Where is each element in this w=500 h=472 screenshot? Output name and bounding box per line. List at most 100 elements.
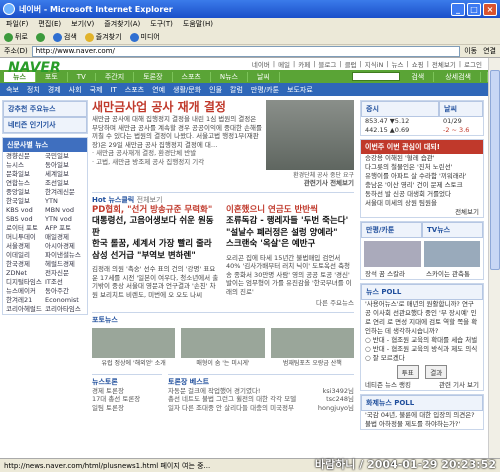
paper-link[interactable]: YTN — [45, 197, 84, 206]
paper-link[interactable]: 전자신문 — [45, 269, 84, 278]
debate-item[interactable]: 경제 토론장 — [92, 387, 162, 396]
links-label[interactable]: 연결 — [483, 46, 496, 56]
weather-header[interactable]: 날씨 — [439, 101, 483, 117]
category-item[interactable]: 경제 — [48, 85, 61, 95]
tv-label[interactable]: 스카이는 관측통 — [422, 270, 483, 279]
issue-item[interactable]: 다그릇의 철물인은 '진처 노린선' — [361, 163, 483, 172]
paper-link[interactable]: Economist — [45, 296, 84, 305]
related-all-link[interactable]: 관련기사 전체보기 — [92, 179, 354, 188]
paper-link[interactable]: 국민일보 — [45, 152, 84, 161]
tab-weekly[interactable]: 주간지 — [96, 71, 135, 82]
tab-nnews[interactable]: N뉴스 — [211, 71, 248, 82]
tv-header[interactable]: TV뉴스 — [422, 222, 483, 238]
photo-thumb[interactable] — [92, 327, 176, 358]
paper-link[interactable]: MBN vod — [45, 206, 84, 215]
issue-item[interactable]: 유행이를 아파트 살 수라함 '끼워래라' — [361, 172, 483, 181]
paper-link[interactable]: 코리아타임스 — [45, 305, 84, 314]
sub-news-right[interactable]: 오리곤 집에 타세 15년간 불법매입 검언서 40% '김사가배부터 러치 닉… — [226, 254, 354, 297]
hot-news-item[interactable]: 스크랜숙 '옥살'은 예반구 — [226, 239, 354, 251]
poll-related-link[interactable]: 관련 기사 보기 — [435, 381, 483, 390]
menu-tools[interactable]: 도구(T) — [150, 19, 173, 29]
paper-link[interactable]: 한겨레21 — [6, 296, 45, 305]
paper-link[interactable]: 헤럴드경제 — [45, 260, 84, 269]
category-item[interactable]: 정치 — [27, 85, 40, 95]
minimize-button[interactable]: _ — [451, 2, 465, 16]
paper-link[interactable]: 동아일보 — [45, 161, 84, 170]
paper-link[interactable]: 조선일보 — [45, 179, 84, 188]
category-item[interactable]: 만평/카툰 — [251, 85, 279, 95]
paper-link[interactable]: 한겨레신문 — [45, 188, 84, 197]
hot-news-item[interactable]: 조류독감 - 행레자들 '두번 죽는다' — [226, 216, 354, 228]
poll-option[interactable]: ○ 잘 모르겠다 — [361, 354, 483, 363]
paper-link[interactable]: 한국일보 — [6, 197, 45, 206]
media-button[interactable]: 미디어 — [129, 32, 160, 42]
toplink[interactable]: 블로그 — [318, 59, 336, 69]
search-button[interactable]: 검색 — [52, 32, 77, 42]
toplink[interactable]: 지식iN — [365, 59, 384, 69]
issue-item[interactable]: 충남은 '이산 영리' 건이 문제 스토크 — [361, 181, 483, 190]
headline-photo[interactable] — [266, 100, 354, 170]
paper-link[interactable]: 파이낸셜뉴스 — [45, 251, 84, 260]
paper-link[interactable]: 문화일보 — [6, 170, 45, 179]
paper-link[interactable]: 경향신문 — [6, 152, 45, 161]
photo-label[interactable]: 범재팀포츠 오랑금 산책 — [271, 358, 354, 367]
category-item[interactable]: 인물 — [209, 85, 222, 95]
hot-topic-text[interactable]: '국감 04년, 불륜에 대한 입장의 의견은? 불법 아하정물 제도를 하야하… — [361, 411, 483, 429]
paper-link[interactable]: 로이터 포토 — [6, 224, 45, 233]
paper-link[interactable]: 한국경제 — [6, 260, 45, 269]
menu-file[interactable]: 파일(F) — [6, 19, 28, 29]
toplink[interactable]: 네이버 — [252, 59, 270, 69]
paper-link[interactable]: 매일경제 — [45, 233, 84, 242]
debate-best-item[interactable]: 일자 다른 조대중 안 살리다들 대충의 미국정부 hongjuyo님 — [168, 404, 354, 413]
category-item[interactable]: 속보 — [6, 85, 19, 95]
tab-debate[interactable]: 토론장 — [134, 71, 173, 82]
tab-sports[interactable]: 스포츠 — [173, 71, 211, 82]
menu-view[interactable]: 보기(V) — [71, 19, 94, 29]
toplink[interactable]: 쇼핑 — [412, 59, 424, 69]
paper-link[interactable]: AFP 포토 — [45, 224, 84, 233]
issue-item[interactable]: 승강용 이해된 '혈레 습관' — [361, 154, 483, 163]
category-item[interactable]: 국제 — [90, 85, 103, 95]
poll-option[interactable]: ○ 반대 - 협조원 교육의 확대를 세습 처벌 — [361, 336, 483, 345]
paper-link[interactable]: 동아주간 — [45, 287, 84, 296]
cartoon-thumb[interactable] — [364, 241, 421, 267]
paper-link[interactable]: ZDNet — [6, 269, 45, 278]
paper-link[interactable]: 연합뉴스 — [6, 179, 45, 188]
category-item[interactable]: 생활/문화 — [173, 85, 201, 95]
paper-link[interactable]: YTN vod — [45, 215, 84, 224]
mainnews-header[interactable]: 강추천 주요뉴스 — [3, 101, 87, 117]
login-link[interactable]: 로그인 — [464, 59, 482, 69]
category-item[interactable]: 사회 — [69, 85, 82, 95]
debate-best-item[interactable]: 총선 네트도 불법 그런그 휠전의 대한 각각 모델 tsc248님 — [168, 395, 354, 404]
category-item[interactable]: 칼럼 — [230, 85, 243, 95]
issue-item[interactable]: 서울대 미세의 상원 팀원을 — [361, 199, 483, 208]
paper-link[interactable]: SBS vod — [6, 215, 45, 224]
poll-vote-button[interactable]: 투표 — [396, 365, 419, 379]
debate-item[interactable]: 일팀 토론장 — [92, 404, 162, 413]
detail-search-link[interactable]: 상세검색 — [436, 71, 481, 82]
paper-link[interactable]: IT조선 — [45, 278, 84, 287]
issues-more-link[interactable]: 전체보기 — [361, 208, 483, 217]
paper-link[interactable]: 중앙일보 — [6, 188, 45, 197]
toplink[interactable]: 클럽 — [345, 59, 357, 69]
address-input[interactable]: http://www.naver.com/ — [31, 45, 461, 57]
photo-thumb[interactable] — [270, 327, 354, 358]
toplink[interactable]: 메일 — [278, 59, 290, 69]
news-search-input[interactable] — [352, 72, 401, 81]
tv-thumb[interactable] — [423, 241, 480, 267]
more-news-link[interactable]: 다른 주요뉴스 — [92, 299, 354, 308]
paper-link[interactable]: 디지털타임스 — [6, 278, 45, 287]
hot-news-item[interactable]: 한국 롤꿈, 세계서 가장 빨리 줄라 — [92, 239, 220, 251]
favorites-button[interactable]: 즐겨찾기 — [84, 32, 122, 42]
menu-favorites[interactable]: 즐겨찾기(A) — [104, 19, 140, 29]
paper-link[interactable]: 세계일보 — [45, 170, 84, 179]
hot-news-item[interactable]: "설날수 폐러정은 설렁 양예라" — [226, 228, 354, 240]
paper-link[interactable]: 코리아헤럴드 — [6, 305, 45, 314]
poll-ranking-link[interactable]: 네티즌 뉴스 랭킹 — [361, 381, 435, 390]
issue-item[interactable]: 동하선 발 신공 대생회 거를었다 — [361, 190, 483, 199]
close-button[interactable]: × — [483, 2, 497, 16]
naver-logo[interactable]: NAVER — [8, 60, 61, 76]
tv-label[interactable]: 장석 꿈 스칼라 — [361, 270, 422, 279]
sub-news-left[interactable]: 김정래 의원 '촉숭' 선수 표의 건의 '강명' 표요운 17세를 시전 '일… — [92, 265, 220, 299]
hot-news-item[interactable]: 삼성 선거급 "부역보 변하렌" — [92, 251, 220, 263]
